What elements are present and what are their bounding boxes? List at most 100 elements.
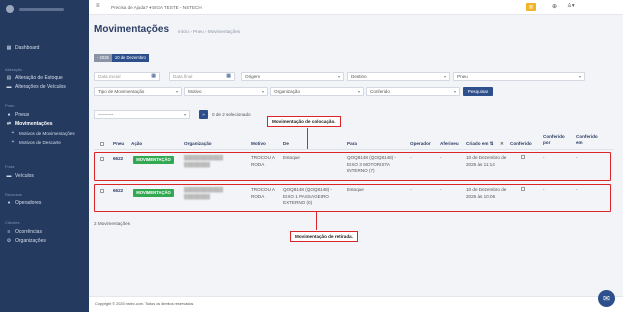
user-menu-icon[interactable]: ♙▾	[567, 3, 575, 9]
sidebar-item-label: Ocorrências	[15, 229, 42, 235]
select-value: Destino	[351, 74, 367, 79]
chevron-down-icon: ▾	[337, 74, 340, 79]
header-operador[interactable]: Operador	[410, 141, 431, 147]
select-all-checkbox[interactable]	[100, 142, 104, 146]
tipo-movimentacao-select[interactable]: Tipo de Movimentação ▾	[94, 87, 182, 96]
cell-para: Estoque	[347, 187, 364, 192]
breadcrumb[interactable]: Início › Pneu › Movimentações	[178, 29, 240, 34]
cell-pneu[interactable]: 6622	[113, 188, 123, 195]
select-value: Motivo	[188, 89, 202, 94]
chart-icon[interactable]: ▥	[526, 3, 536, 11]
field-placeholder: Data inicial	[98, 74, 121, 79]
conferido-checkbox[interactable]	[521, 155, 525, 159]
destino-select[interactable]: Destino ▾	[347, 72, 450, 81]
header-aferiu[interactable]: Aferineu	[440, 141, 459, 147]
swap-icon: ⇄	[6, 121, 12, 127]
truck-icon: ▬	[6, 84, 12, 90]
header-conferido-por[interactable]: Conferido por	[543, 134, 565, 146]
cell-aferiu: -	[440, 187, 442, 192]
pneu-select[interactable]: Pneu ▾	[453, 72, 585, 81]
select-value: ----------	[98, 112, 114, 117]
sidebar-item-organizacoes[interactable]: ⚙ Organizações	[6, 238, 46, 244]
warehouse-icon: ▤	[6, 75, 12, 81]
calendar-icon[interactable]: ▦	[151, 73, 156, 80]
origem-select[interactable]: Origem ▾	[241, 72, 344, 81]
header-organizacao[interactable]: Organização	[184, 141, 212, 147]
row-checkbox[interactable]	[100, 189, 104, 193]
conferido-select[interactable]: Conferido ▾	[366, 87, 460, 96]
header-criado-em[interactable]: Criado em ⇅	[466, 141, 494, 147]
topbar: ≡ Precisa de Ajuda? ▾ SIGA TESTE - NSTEC…	[89, 0, 623, 15]
bulk-go-button[interactable]: »	[199, 110, 208, 119]
sidebar-item-ocorrencias[interactable]: ≡ Ocorrências	[6, 229, 42, 235]
conferido-checkbox[interactable]	[521, 187, 525, 191]
plus-icon: +	[11, 130, 15, 136]
motivo-select[interactable]: Motivo ▾	[184, 87, 268, 96]
year-tag[interactable]: - 2025	[94, 54, 112, 62]
movimentacao-button[interactable]: MOVIMENTAÇÃO	[133, 189, 174, 197]
bulk-action-select[interactable]: ---------- ▾	[94, 110, 190, 119]
select-value: Pneu	[457, 74, 468, 79]
row-checkbox[interactable]	[100, 157, 104, 161]
sidebar-item-label: Movimentações	[15, 121, 53, 127]
calendar-icon[interactable]: ▦	[226, 73, 231, 80]
sidebar: ▦ Dashboard Alteração ▤ Alteração de Est…	[0, 0, 89, 312]
cell-operador: -	[410, 155, 412, 160]
sidebar-user[interactable]	[0, 0, 89, 18]
cell-motivo: TROCOU A RODA	[251, 187, 275, 199]
annotation-arrow-up	[307, 128, 308, 150]
search-button[interactable]: Pesquisar	[463, 87, 493, 96]
header-para[interactable]: Para	[347, 141, 357, 147]
day-tag[interactable]: 10 de Dezembro	[111, 54, 149, 62]
date-filter-tags: - 2025 10 de Dezembro	[94, 54, 149, 62]
sidebar-item-pneus[interactable]: ● Pneus	[6, 112, 29, 118]
annotation-colocacao: Movimentação de colocação.	[267, 116, 341, 127]
chevron-down-icon: ▾	[261, 89, 264, 94]
clear-sort-icon[interactable]: ✕	[500, 141, 504, 147]
grid-icon: ▦	[6, 45, 12, 51]
movimentacao-button[interactable]: MOVIMENTAÇÃO	[133, 156, 174, 164]
select-value: Tipo de Movimentação	[98, 89, 145, 94]
hamburger-icon[interactable]: ≡	[96, 3, 100, 9]
sidebar-item-label: Motivos de Descarte	[19, 139, 61, 145]
header-conferido[interactable]: Conferido	[510, 141, 532, 147]
sidebar-item-label: Organizações	[15, 238, 46, 244]
help-dropdown[interactable]: Precisa de Ajuda? ▾	[111, 5, 152, 11]
cell-conferido-em: -	[576, 187, 578, 192]
header-acao: Ação	[131, 141, 143, 146]
plus-icon: +	[11, 139, 15, 145]
sidebar-item-movimentacoes[interactable]: ⇄ Movimentações	[6, 121, 53, 127]
header-motivo[interactable]: Motivo	[251, 141, 266, 147]
chevron-down-icon: ▾	[443, 74, 446, 79]
cell-pneu[interactable]: 6622	[113, 156, 123, 163]
system-name: SIGA TESTE - NSTECH	[152, 5, 202, 10]
cell-criado-em: 10 de Dezembro de 2025 às 10:06	[466, 187, 507, 199]
organizacao-select[interactable]: Organização ▾	[270, 87, 364, 96]
data-inicial-field[interactable]: Data inicial ▦	[94, 72, 160, 81]
copyright-text: Copyright © 2025 nstec.com. Todos os dir…	[95, 302, 194, 306]
sidebar-item-motivos-descarte[interactable]: + Motivos de Descarte	[10, 139, 61, 145]
globe-icon[interactable]: ⊕	[552, 3, 557, 10]
chevron-down-icon: ▾	[175, 89, 178, 94]
person-icon: ♦	[7, 200, 11, 206]
data-final-field[interactable]: Data final ▦	[169, 72, 235, 81]
sidebar-section-recursos: Recursos	[5, 192, 22, 197]
avatar	[6, 5, 14, 13]
cell-conferido-em: -	[576, 155, 578, 160]
selected-count: 0 de 2 selecionado	[212, 112, 251, 117]
sidebar-item-alteracao-veiculos[interactable]: ▬ Alterações de Veículos	[6, 84, 66, 90]
sidebar-item-motivos-movimentacoes[interactable]: + Motivos de Movimentações	[10, 130, 75, 136]
cell-operador: -	[410, 187, 412, 192]
chat-icon[interactable]: ✉	[598, 290, 615, 307]
sidebar-item-operadores[interactable]: ♦ Operadores	[6, 200, 42, 206]
sidebar-item-label: Dashboard	[15, 45, 40, 51]
results-count: 2 Movimentações	[94, 221, 131, 226]
header-de[interactable]: De	[283, 141, 289, 147]
header-conferido-em[interactable]: Conferido em	[576, 134, 598, 146]
sidebar-item-veiculos[interactable]: ▬ Veículos	[6, 173, 34, 179]
sidebar-item-dashboard[interactable]: ▦ Dashboard	[6, 45, 40, 51]
sidebar-item-label: Veículos	[15, 173, 34, 179]
header-pneu[interactable]: Pneu	[113, 141, 124, 147]
sidebar-item-alteracao-estoque[interactable]: ▤ Alteração de Estoque	[6, 75, 63, 81]
tire-icon: ●	[7, 112, 11, 118]
